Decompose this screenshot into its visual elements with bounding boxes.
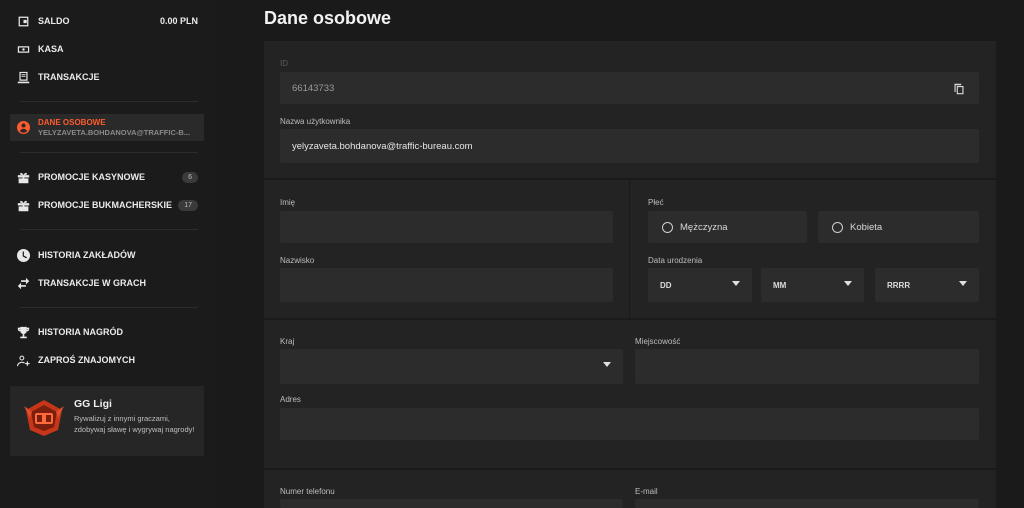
gg-ligi-title: GG Ligi	[74, 398, 112, 410]
country-select[interactable]	[280, 349, 623, 384]
chevron-down-icon	[844, 281, 852, 286]
user-circle-icon	[16, 121, 30, 135]
profile-email: YELYZAVETA.BOHDANOVA@TRAFFIC-B...	[38, 127, 191, 137]
gg-ligi-card[interactable]: GG Ligi Rywalizuj z innymi graczami, zdo…	[10, 386, 204, 456]
sidebar: SALDO 0.00 PLN KASA TRANSAKCJE DANE OSOB…	[0, 0, 214, 508]
profile-label: DANE OSOBOWE	[38, 117, 106, 127]
contact-panel: Numer telefonu E-mail	[264, 470, 996, 508]
username-label: Nazwa użytkownika	[280, 117, 351, 126]
email-input[interactable]	[635, 499, 979, 508]
birth-date-label: Data urodzenia	[648, 256, 703, 265]
chevron-down-icon	[732, 281, 740, 286]
sidebar-item-label: TRANSAKCJE	[38, 72, 100, 82]
gender-radio-male[interactable]: Mężczyzna	[648, 211, 807, 243]
sidebar-item-dane-osobowe[interactable]: DANE OSOBOWE YELYZAVETA.BOHDANOVA@TRAFFI…	[10, 114, 204, 141]
address-input[interactable]	[280, 408, 979, 440]
wallet-icon	[16, 14, 30, 28]
last-name-label: Nazwisko	[280, 256, 315, 265]
radio-label: Mężczyzna	[680, 221, 728, 233]
last-name-input[interactable]	[280, 268, 613, 302]
gender-radio-female[interactable]: Kobieta	[818, 211, 979, 243]
gift-icon	[16, 198, 30, 212]
birth-year-select[interactable]: RRRR	[875, 268, 979, 302]
sidebar-item-promocje-bukmacherskie[interactable]: PROMOCJE BUKMACHERSKIE 17	[10, 193, 204, 217]
swap-arrows-icon	[16, 276, 30, 290]
receipt-icon	[16, 70, 30, 84]
username-value: yelyzaveta.bohdanova@traffic-bureau.com	[292, 140, 473, 152]
balance-value: 0.00 PLN	[159, 16, 198, 26]
sidebar-item-label: SALDO	[38, 16, 70, 26]
gg-ligi-description: Rywalizuj z innymi graczami, zdobywaj sł…	[74, 414, 195, 434]
address-label: Adres	[280, 395, 301, 404]
address-panel: Kraj Miejscowość Adres	[264, 320, 996, 468]
sidebar-item-saldo[interactable]: SALDO 0.00 PLN	[10, 9, 204, 33]
add-friend-icon	[16, 353, 30, 367]
id-value: 66143733	[292, 82, 335, 94]
sidebar-divider	[20, 152, 198, 153]
sidebar-item-label: TRANSAKCJE W GRACH	[38, 278, 146, 288]
phone-input[interactable]	[280, 499, 623, 508]
sidebar-item-label: PROMOCJE BUKMACHERSKIE	[38, 200, 173, 210]
birth-month-select[interactable]: MM	[761, 268, 864, 302]
radio-label: Kobieta	[850, 221, 883, 233]
gift-icon	[16, 170, 30, 184]
sidebar-item-label: KASA	[38, 44, 64, 54]
sidebar-item-label: HISTORIA NAGRÓD	[38, 327, 124, 337]
radio-button	[662, 222, 673, 233]
gender-label: Płeć	[648, 198, 664, 207]
sidebar-item-label: HISTORIA ZAKŁADÓW	[38, 250, 136, 260]
count-badge: 17	[178, 199, 198, 211]
trophy-icon	[16, 325, 30, 339]
sidebar-item-zapros-znajomych[interactable]: ZAPROŚ ZNAJOMYCH	[10, 348, 204, 372]
account-panel: ID 66143733 Nazwa użytkownika yelyzaveta…	[264, 41, 996, 178]
select-value: MM	[773, 280, 787, 290]
sidebar-divider	[20, 229, 198, 230]
sidebar-item-promocje-kasynowe[interactable]: PROMOCJE KASYNOWE 6	[10, 165, 204, 189]
first-name-label: Imię	[280, 198, 296, 207]
sidebar-item-label: ZAPROŚ ZNAJOMYCH	[38, 355, 136, 365]
personal-panel: Imię Nazwisko Płeć Mężczyzna Kobieta Dat…	[264, 180, 996, 318]
username-field: yelyzaveta.bohdanova@traffic-bureau.com	[280, 129, 979, 163]
count-badge: 6	[182, 171, 198, 183]
select-value: DD	[660, 280, 672, 290]
sidebar-item-historia-nagrod[interactable]: HISTORIA NAGRÓD	[10, 320, 204, 344]
sidebar-divider	[20, 307, 198, 308]
sidebar-item-historia-zakladow[interactable]: HISTORIA ZAKŁADÓW	[10, 243, 204, 267]
phone-label: Numer telefonu	[280, 487, 335, 496]
cash-icon	[16, 42, 30, 56]
city-label: Miejscowość	[635, 337, 681, 346]
birth-day-select[interactable]: DD	[648, 268, 752, 302]
panel-divider	[629, 180, 630, 318]
sidebar-item-transakcje[interactable]: TRANSAKCJE	[10, 65, 204, 89]
id-label: ID	[280, 59, 288, 68]
sidebar-item-transakcje-w-grach[interactable]: TRANSAKCJE W GRACH	[10, 271, 204, 295]
chevron-down-icon	[959, 281, 967, 286]
chevron-down-icon	[603, 362, 611, 367]
first-name-input[interactable]	[280, 211, 613, 243]
sidebar-item-kasa[interactable]: KASA	[10, 37, 204, 61]
clock-icon	[16, 248, 30, 262]
copy-icon[interactable]	[953, 82, 965, 95]
radio-button	[832, 222, 843, 233]
select-value: RRRR	[887, 280, 911, 290]
id-field: 66143733	[280, 72, 979, 104]
page-title: Dane osobowe	[264, 8, 392, 28]
gg-ligi-logo-icon	[24, 400, 64, 436]
sidebar-item-label: PROMOCJE KASYNOWE	[38, 172, 146, 182]
city-input[interactable]	[635, 349, 979, 384]
email-label: E-mail	[635, 487, 658, 496]
country-label: Kraj	[280, 337, 295, 346]
sidebar-divider	[20, 101, 198, 102]
